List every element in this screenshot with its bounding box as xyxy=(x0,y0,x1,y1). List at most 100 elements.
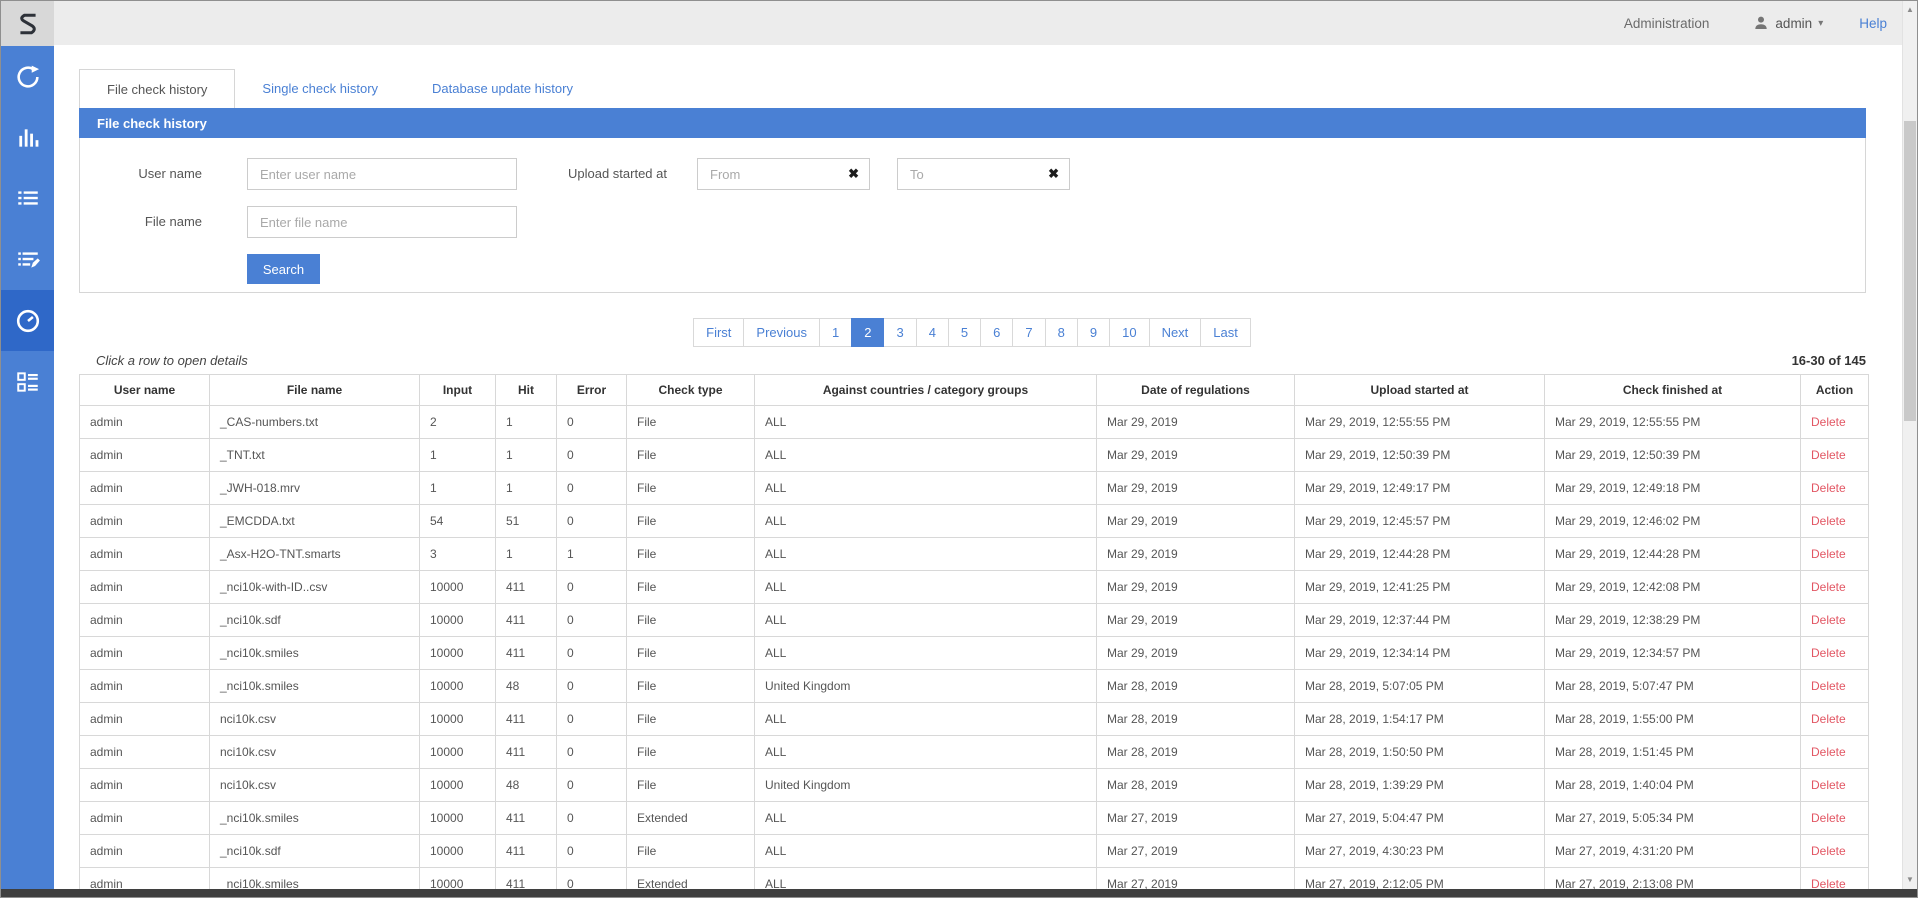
date-from-input[interactable] xyxy=(698,167,838,182)
table-row[interactable]: admin_nci10k.smiles100004110ExtendedALLM… xyxy=(80,868,1869,890)
table-cell: File xyxy=(627,736,755,769)
delete-link[interactable]: Delete xyxy=(1811,514,1846,528)
delete-link[interactable]: Delete xyxy=(1811,646,1846,660)
table-row[interactable]: admin_nci10k.smiles10000480FileUnited Ki… xyxy=(80,670,1869,703)
table-cell: 0 xyxy=(557,670,627,703)
table-cell: 411 xyxy=(496,571,557,604)
tab-file-check-history[interactable]: File check history xyxy=(79,69,235,108)
sidebar-item-statistics[interactable] xyxy=(1,107,54,168)
administration-label[interactable]: Administration xyxy=(1624,16,1710,31)
sidebar-item-list[interactable] xyxy=(1,168,54,229)
table-row[interactable]: admin_JWH-018.mrv110FileALLMar 29, 2019M… xyxy=(80,472,1869,505)
table-cell: File xyxy=(627,571,755,604)
page-button-10[interactable]: 10 xyxy=(1109,318,1149,347)
page-button-next[interactable]: Next xyxy=(1149,318,1202,347)
table-cell: admin xyxy=(80,637,210,670)
action-cell: Delete xyxy=(1801,802,1869,835)
delete-link[interactable]: Delete xyxy=(1811,877,1846,889)
help-link[interactable]: Help xyxy=(1859,16,1887,31)
scroll-down-icon[interactable]: ▼ xyxy=(1903,873,1917,887)
clear-from-icon[interactable]: ✖ xyxy=(838,166,869,182)
app-logo[interactable] xyxy=(1,1,54,46)
table-cell: Mar 29, 2019 xyxy=(1097,604,1295,637)
page-button-2[interactable]: 2 xyxy=(851,318,884,347)
page-button-previous[interactable]: Previous xyxy=(743,318,820,347)
table-cell: Mar 29, 2019, 12:42:08 PM xyxy=(1545,571,1801,604)
delete-link[interactable]: Delete xyxy=(1811,415,1846,429)
user-menu[interactable]: admin ▾ xyxy=(1753,15,1823,31)
delete-link[interactable]: Delete xyxy=(1811,745,1846,759)
page-button-9[interactable]: 9 xyxy=(1077,318,1110,347)
table-row[interactable]: adminnci10k.csv10000480FileUnited Kingdo… xyxy=(80,769,1869,802)
page-button-3[interactable]: 3 xyxy=(883,318,916,347)
tab-single-check-history[interactable]: Single check history xyxy=(235,69,405,108)
tab-database-update-history[interactable]: Database update history xyxy=(405,69,600,108)
scroll-up-icon[interactable]: ▲ xyxy=(1903,3,1917,17)
refresh-icon xyxy=(14,63,42,91)
table-cell: ALL xyxy=(755,604,1097,637)
table-row[interactable]: admin_nci10k.smiles100004110FileALLMar 2… xyxy=(80,637,1869,670)
table-row[interactable]: admin_nci10k-with-ID..csv100004110FileAL… xyxy=(80,571,1869,604)
table-row[interactable]: admin_nci10k.smiles100004110ExtendedALLM… xyxy=(80,802,1869,835)
clear-to-icon[interactable]: ✖ xyxy=(1038,166,1069,182)
table-cell: admin xyxy=(80,670,210,703)
table-row[interactable]: admin_EMCDDA.txt54510FileALLMar 29, 2019… xyxy=(80,505,1869,538)
file-name-input[interactable] xyxy=(247,206,517,238)
delete-link[interactable]: Delete xyxy=(1811,679,1846,693)
table-cell: File xyxy=(627,472,755,505)
table-cell: admin xyxy=(80,802,210,835)
table-cell: 0 xyxy=(557,406,627,439)
table-cell: Mar 29, 2019, 12:49:18 PM xyxy=(1545,472,1801,505)
bottom-edge-bar xyxy=(1,889,1917,897)
table-cell: admin xyxy=(80,571,210,604)
table-cell: admin xyxy=(80,835,210,868)
table-cell: ALL xyxy=(755,703,1097,736)
vertical-scrollbar[interactable]: ▲ ▼ xyxy=(1902,1,1917,889)
delete-link[interactable]: Delete xyxy=(1811,448,1846,462)
page-button-6[interactable]: 6 xyxy=(980,318,1013,347)
table-cell: 1 xyxy=(496,406,557,439)
delete-link[interactable]: Delete xyxy=(1811,580,1846,594)
page-button-last[interactable]: Last xyxy=(1200,318,1251,347)
user-name-input[interactable] xyxy=(247,158,517,190)
table-cell: admin xyxy=(80,703,210,736)
search-button[interactable]: Search xyxy=(247,254,320,284)
table-cell: Mar 29, 2019, 12:49:17 PM xyxy=(1295,472,1545,505)
page-button-5[interactable]: 5 xyxy=(948,318,981,347)
page-button-1[interactable]: 1 xyxy=(819,318,852,347)
table-row[interactable]: adminnci10k.csv100004110FileALLMar 28, 2… xyxy=(80,703,1869,736)
delete-link[interactable]: Delete xyxy=(1811,778,1846,792)
sidebar-item-settings-form[interactable] xyxy=(1,351,54,412)
delete-link[interactable]: Delete xyxy=(1811,712,1846,726)
page-button-8[interactable]: 8 xyxy=(1045,318,1078,347)
action-cell: Delete xyxy=(1801,406,1869,439)
page-button-first[interactable]: First xyxy=(693,318,744,347)
delete-link[interactable]: Delete xyxy=(1811,811,1846,825)
table-cell: admin xyxy=(80,472,210,505)
page-button-4[interactable]: 4 xyxy=(916,318,949,347)
table-row[interactable]: adminnci10k.csv100004110FileALLMar 28, 2… xyxy=(80,736,1869,769)
list-edit-icon xyxy=(15,247,41,273)
table-cell: File xyxy=(627,538,755,571)
table-cell: ALL xyxy=(755,571,1097,604)
scrollbar-thumb[interactable] xyxy=(1904,121,1916,421)
table-row[interactable]: admin_Asx-H2O-TNT.smarts311FileALLMar 29… xyxy=(80,538,1869,571)
column-header: Check finished at xyxy=(1545,375,1801,406)
delete-link[interactable]: Delete xyxy=(1811,613,1846,627)
table-row[interactable]: admin_CAS-numbers.txt210FileALLMar 29, 2… xyxy=(80,406,1869,439)
table-cell: Extended xyxy=(627,802,755,835)
delete-link[interactable]: Delete xyxy=(1811,547,1846,561)
table-row[interactable]: admin_nci10k.sdf100004110FileALLMar 27, … xyxy=(80,835,1869,868)
sidebar-item-check-history[interactable] xyxy=(1,290,54,351)
date-to-input[interactable] xyxy=(898,167,1038,182)
sidebar-item-recheck[interactable] xyxy=(1,46,54,107)
page-button-7[interactable]: 7 xyxy=(1012,318,1045,347)
delete-link[interactable]: Delete xyxy=(1811,481,1846,495)
table-row[interactable]: admin_TNT.txt110FileALLMar 29, 2019Mar 2… xyxy=(80,439,1869,472)
column-header: Date of regulations xyxy=(1097,375,1295,406)
table-cell: 0 xyxy=(557,604,627,637)
table-cell: Mar 29, 2019, 12:50:39 PM xyxy=(1545,439,1801,472)
sidebar-item-edit-list[interactable] xyxy=(1,229,54,290)
delete-link[interactable]: Delete xyxy=(1811,844,1846,858)
table-row[interactable]: admin_nci10k.sdf100004110FileALLMar 29, … xyxy=(80,604,1869,637)
